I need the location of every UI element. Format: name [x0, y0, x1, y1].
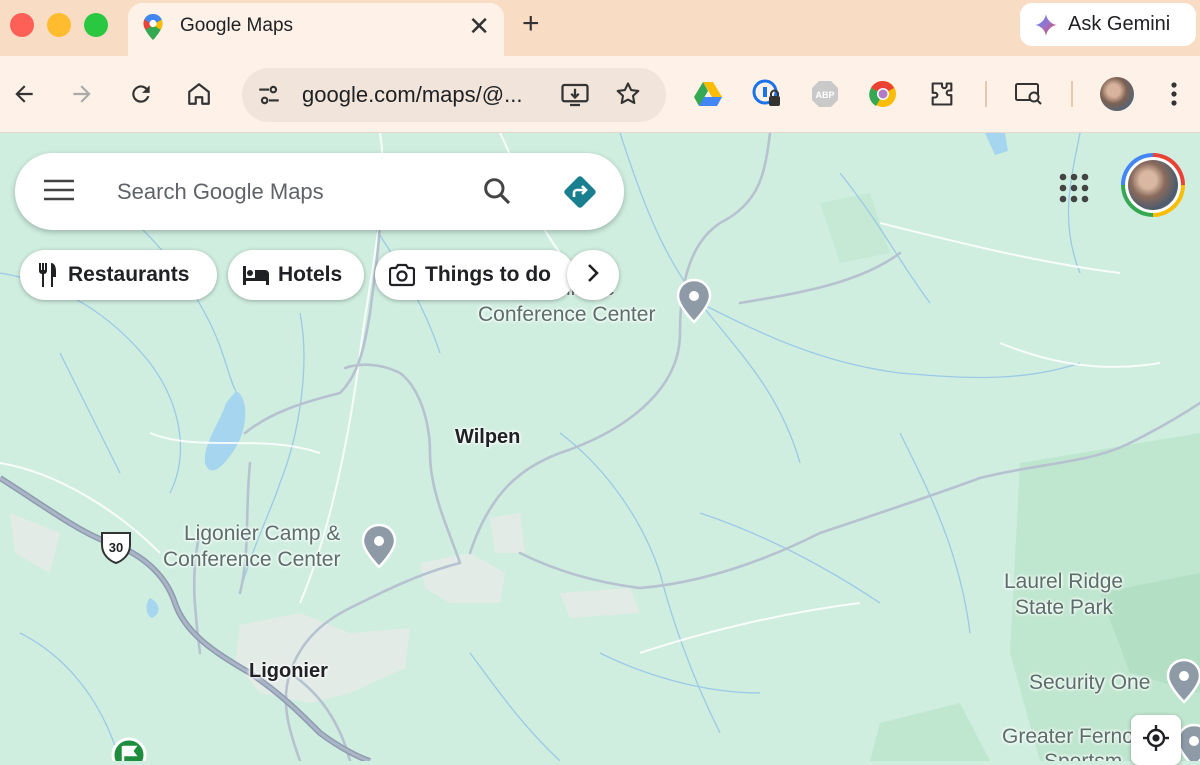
chips-scroll-right-button[interactable]: [567, 250, 619, 300]
browser-tab-bar: Google Maps ✕ + Ask Gemini: [0, 0, 1200, 56]
google-apps-grid-icon[interactable]: [1056, 170, 1092, 211]
active-tab[interactable]: Google Maps ✕: [128, 3, 504, 56]
star-icon[interactable]: [614, 80, 642, 113]
search-icon[interactable]: [481, 175, 513, 212]
map-label-laurel-ridge[interactable]: Laurel Ridge: [1004, 569, 1123, 595]
map-label-conference-center[interactable]: Conference Center: [478, 302, 655, 328]
map-label-security-one[interactable]: Security One: [1029, 670, 1150, 696]
home-icon[interactable]: [181, 76, 217, 112]
google-maps-pin-icon: [142, 13, 164, 46]
chip-label: Hotels: [278, 263, 343, 286]
camera-icon: [389, 263, 415, 287]
site-settings-icon[interactable]: [256, 82, 282, 113]
route-30-shield: 30: [101, 532, 131, 565]
account-avatar[interactable]: [1121, 153, 1185, 217]
toolbar-separator: [1071, 81, 1073, 107]
my-location-button[interactable]: [1131, 715, 1181, 765]
search-box[interactable]: [15, 153, 624, 230]
fork-knife-icon: [36, 262, 58, 288]
search-tabs-icon[interactable]: [1013, 78, 1045, 110]
toolbar-separator: [985, 81, 987, 107]
forward-arrow-icon[interactable]: [64, 76, 100, 112]
close-tab-icon[interactable]: ✕: [468, 11, 490, 41]
back-arrow-icon[interactable]: [6, 76, 42, 112]
extensions-puzzle-icon[interactable]: [926, 78, 958, 110]
window-maximize-button[interactable]: [84, 13, 108, 37]
new-tab-icon[interactable]: +: [522, 8, 540, 40]
reload-icon[interactable]: [123, 76, 159, 112]
more-vert-icon[interactable]: [1158, 78, 1190, 110]
map-label-wilpen[interactable]: Wilpen: [455, 424, 520, 450]
map-label-ligonier[interactable]: Ligonier: [249, 658, 328, 684]
chip-hotels[interactable]: Hotels: [228, 250, 364, 300]
install-app-icon[interactable]: [560, 80, 590, 115]
svg-text:30: 30: [109, 540, 123, 555]
chip-things-to-do[interactable]: Things to do: [375, 250, 575, 300]
my-location-icon: [1142, 724, 1170, 757]
map-label-sportsm[interactable]: Sportsm: [1044, 749, 1122, 761]
password-manager-icon[interactable]: [751, 78, 783, 110]
ask-gemini-button[interactable]: Ask Gemini: [1020, 3, 1196, 46]
chip-label: Things to do: [425, 263, 551, 286]
map-label-greater-ferno[interactable]: Greater Ferno: [1002, 724, 1134, 750]
window-close-button[interactable]: [10, 13, 34, 37]
map-label-ligonier-camp[interactable]: Ligonier Camp &: [184, 521, 340, 547]
map-label-state-park[interactable]: State Park: [1015, 595, 1113, 621]
chip-label: Restaurants: [68, 263, 190, 286]
tab-title: Google Maps: [180, 15, 294, 36]
address-bar[interactable]: google.com/maps/@...: [242, 68, 666, 122]
chip-restaurants[interactable]: Restaurants: [20, 250, 217, 300]
ask-gemini-label: Ask Gemini: [1068, 13, 1171, 35]
hamburger-menu-icon[interactable]: [43, 177, 75, 208]
chevron-right-icon: [586, 263, 600, 288]
browser-toolbar: google.com/maps/@... ABP: [0, 56, 1200, 133]
map-label-ligonier-conference[interactable]: Conference Center: [163, 547, 340, 573]
profile-avatar-icon[interactable]: [1100, 77, 1134, 111]
gemini-sparkle-icon: [1034, 13, 1058, 42]
google-drive-icon[interactable]: [692, 78, 724, 110]
bed-icon: [242, 264, 270, 286]
address-url: google.com/maps/@...: [302, 82, 523, 107]
account-avatar-ring: [1125, 157, 1181, 213]
adblock-plus-icon[interactable]: ABP: [809, 78, 841, 110]
account-photo: [1128, 160, 1178, 210]
search-input[interactable]: [115, 169, 449, 215]
window-minimize-button[interactable]: [47, 13, 71, 37]
chrome-extension-icon[interactable]: [867, 78, 899, 110]
directions-icon[interactable]: [561, 173, 599, 216]
svg-text:ABP: ABP: [815, 90, 834, 100]
